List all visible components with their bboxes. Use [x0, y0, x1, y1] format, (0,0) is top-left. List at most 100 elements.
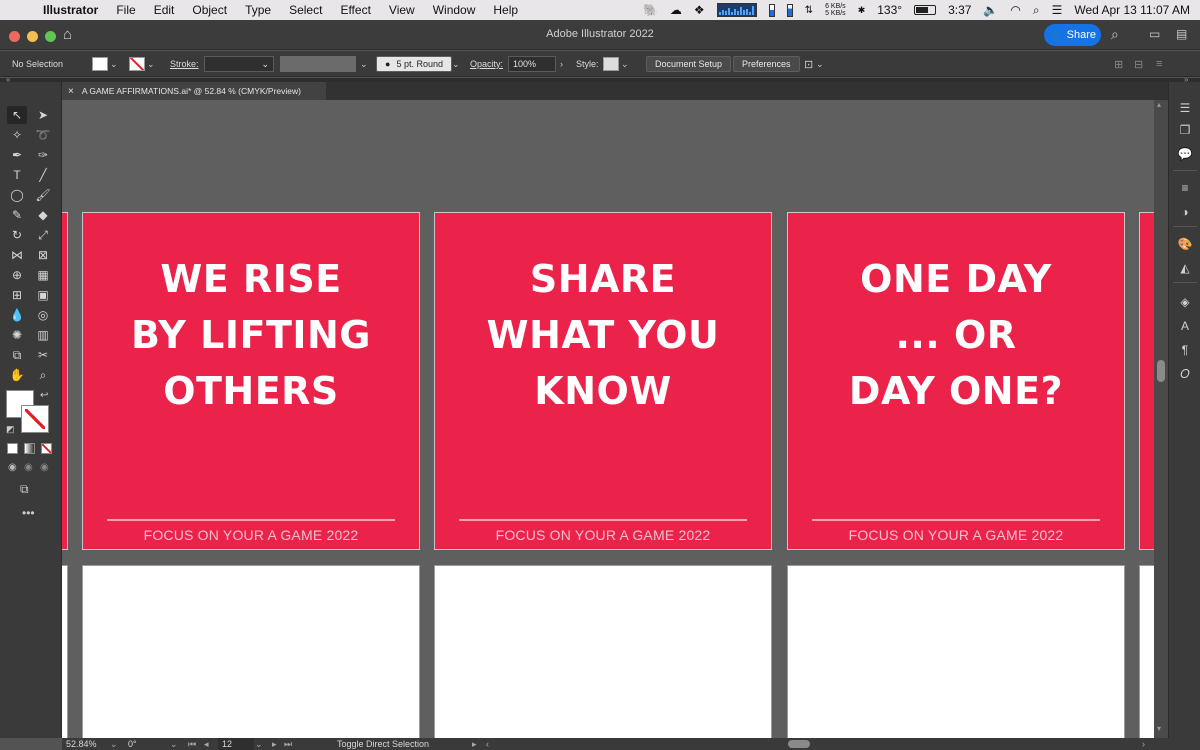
memory-gauge-icon[interactable]: [768, 3, 775, 17]
blend-tool-icon[interactable]: ◎: [33, 306, 53, 324]
evernote-icon[interactable]: 🐘: [643, 3, 658, 17]
battery-icon[interactable]: [914, 5, 937, 15]
menu-help[interactable]: Help: [484, 0, 527, 20]
artboard-card[interactable]: ONE DAY ... OR DAY ONE? FOCUS ON YOUR A …: [787, 212, 1125, 550]
scroll-down-arrow-icon[interactable]: ▾: [1157, 724, 1161, 733]
width-tool-icon[interactable]: ⋈: [7, 246, 27, 264]
transparency-panel-icon[interactable]: ◭: [1176, 260, 1194, 276]
eraser-tool-icon[interactable]: ◆: [33, 206, 53, 224]
selection-tool-icon[interactable]: ↖: [7, 106, 27, 124]
horizontal-scroll-thumb[interactable]: [788, 740, 810, 748]
rotate-view-angle[interactable]: 0°: [128, 738, 137, 750]
change-screen-mode-icon[interactable]: ⧉: [20, 482, 29, 497]
opacity-field[interactable]: 100%: [508, 56, 556, 72]
artboard-card[interactable]: SHARE WHAT YOU KNOW FOCUS ON YOUR A GAME…: [434, 212, 772, 550]
draw-normal-icon[interactable]: ◉: [8, 462, 17, 473]
opentype-panel-icon[interactable]: 𝑂: [1176, 366, 1194, 382]
align-dropdown-chevron-icon[interactable]: ⌄: [816, 56, 824, 72]
draw-inside-icon[interactable]: ◉: [40, 462, 49, 473]
eyedropper-tool-icon[interactable]: 💧: [7, 306, 27, 324]
status-menu-arrow-icon[interactable]: ▸: [472, 738, 477, 750]
artboard-number-field[interactable]: 12: [218, 738, 254, 750]
menu-app-name[interactable]: Illustrator: [34, 0, 107, 20]
column-graph-tool-icon[interactable]: ▥: [33, 326, 53, 344]
network-activity-icon[interactable]: ⇅: [805, 5, 813, 16]
libraries-panel-icon[interactable]: ❐: [1176, 122, 1194, 138]
temperature-readout[interactable]: 133°: [877, 3, 902, 17]
previous-artboard-icon[interactable]: ◂: [204, 738, 209, 750]
menu-effect[interactable]: Effect: [331, 0, 379, 20]
opacity-value[interactable]: 100%: [508, 56, 556, 72]
fill-color-swatch[interactable]: [92, 56, 108, 72]
zoom-level[interactable]: 52.84%: [66, 738, 97, 750]
edit-toolbar-more-icon[interactable]: •••: [22, 506, 35, 520]
brush-dropdown-chevron-icon[interactable]: ⌄: [452, 56, 460, 72]
cpu-meter-icon[interactable]: [716, 3, 757, 17]
search-help-icon[interactable]: ⌕: [1111, 26, 1119, 43]
blank-artboard[interactable]: [82, 565, 420, 738]
align-options-icon[interactable]: ⊡: [804, 56, 813, 72]
pen-tool-icon[interactable]: ✒: [7, 146, 27, 164]
opacity-label[interactable]: Opacity:: [470, 56, 503, 72]
gradient-mode-button[interactable]: [24, 443, 35, 454]
network-speed[interactable]: 6 KB/s 5 KB/s: [825, 3, 846, 17]
comments-panel-icon[interactable]: 💬: [1176, 146, 1194, 162]
transform-icon[interactable]: ⊞: [1114, 56, 1123, 72]
swatches-panel-icon[interactable]: 🎨: [1176, 236, 1194, 252]
mesh-tool-icon[interactable]: ⊞: [7, 286, 27, 304]
dropbox-icon[interactable]: ❖: [694, 3, 705, 17]
lasso-tool-icon[interactable]: ➰: [33, 126, 53, 144]
line-segment-tool-icon[interactable]: ╱: [33, 166, 53, 184]
direct-selection-tool-icon[interactable]: ➤: [33, 106, 53, 124]
control-center-icon[interactable]: ☰: [1052, 3, 1063, 17]
symbol-sprayer-tool-icon[interactable]: ✺: [7, 326, 27, 344]
curvature-tool-icon[interactable]: ✑: [33, 146, 53, 164]
artboard-dropdown-chevron-icon[interactable]: ⌄: [255, 738, 263, 750]
horizontal-scroll-right-icon[interactable]: ›: [1142, 738, 1145, 750]
document-setup-button[interactable]: Document Setup: [646, 56, 732, 72]
menu-type[interactable]: Type: [236, 0, 280, 20]
vertical-scroll-thumb[interactable]: [1157, 360, 1165, 382]
rotate-tool-icon[interactable]: ↻: [7, 226, 27, 244]
menu-object[interactable]: Object: [183, 0, 236, 20]
rotation-dropdown-chevron-icon[interactable]: ⌄: [170, 738, 178, 750]
zoom-tool-icon[interactable]: ⌕: [33, 366, 53, 384]
paintbrush-tool-icon[interactable]: 🖌: [33, 186, 53, 204]
workspace-switcher-icon[interactable]: ▤: [1176, 27, 1187, 41]
last-artboard-icon[interactable]: ⏭: [284, 738, 292, 750]
default-fill-stroke-icon[interactable]: ◩: [6, 424, 15, 435]
preferences-button[interactable]: Preferences: [733, 56, 800, 72]
stroke-panel-icon[interactable]: ≡: [1176, 180, 1194, 196]
artboard-tool-icon[interactable]: ⧉: [7, 346, 27, 364]
blank-artboard[interactable]: [434, 565, 772, 738]
variable-width-profile[interactable]: [280, 56, 356, 72]
opacity-arrow-icon[interactable]: ›: [560, 56, 563, 72]
menu-view[interactable]: View: [380, 0, 424, 20]
control-bar-menu-icon[interactable]: ≡: [1156, 56, 1162, 72]
menu-file[interactable]: File: [107, 0, 144, 20]
graphic-style-swatch[interactable]: [603, 56, 619, 72]
isolate-icon[interactable]: ⊟: [1134, 56, 1143, 72]
spotlight-search-icon[interactable]: ⌕: [1033, 3, 1040, 18]
menubar-clock[interactable]: Wed Apr 13 11:07 AM: [1074, 3, 1190, 17]
fill-dropdown-chevron-icon[interactable]: ⌄: [110, 56, 118, 72]
next-artboard-icon[interactable]: ▸: [272, 738, 277, 750]
shaper-tool-icon[interactable]: ✎: [7, 206, 27, 224]
canvas-area[interactable]: WE RISE BY LIFTING OTHERS FOCUS ON YOUR …: [62, 100, 1154, 738]
artboard-card[interactable]: WE RISE BY LIFTING OTHERS FOCUS ON YOUR …: [82, 212, 420, 550]
status-tool-hint[interactable]: Toggle Direct Selection: [337, 738, 429, 750]
paragraph-panel-icon[interactable]: ¶: [1176, 342, 1194, 358]
stroke-swatch[interactable]: [21, 405, 49, 433]
perspective-grid-tool-icon[interactable]: ▦: [33, 266, 53, 284]
brush-definition-dropdown[interactable]: ● 5 pt. Round: [376, 56, 452, 72]
color-panel-icon[interactable]: ◑: [1176, 204, 1194, 220]
blank-artboard[interactable]: [787, 565, 1125, 738]
stroke-weight-field[interactable]: ⌄: [204, 56, 274, 72]
first-artboard-icon[interactable]: ⏮: [188, 738, 196, 750]
creative-cloud-icon[interactable]: ☁: [670, 3, 682, 17]
arrange-documents-icon[interactable]: ▭: [1149, 27, 1160, 41]
shape-builder-tool-icon[interactable]: ⊕: [7, 266, 27, 284]
scale-tool-icon[interactable]: ⤢: [33, 226, 53, 244]
volume-icon[interactable]: 🔈: [983, 3, 998, 17]
menu-select[interactable]: Select: [280, 0, 331, 20]
